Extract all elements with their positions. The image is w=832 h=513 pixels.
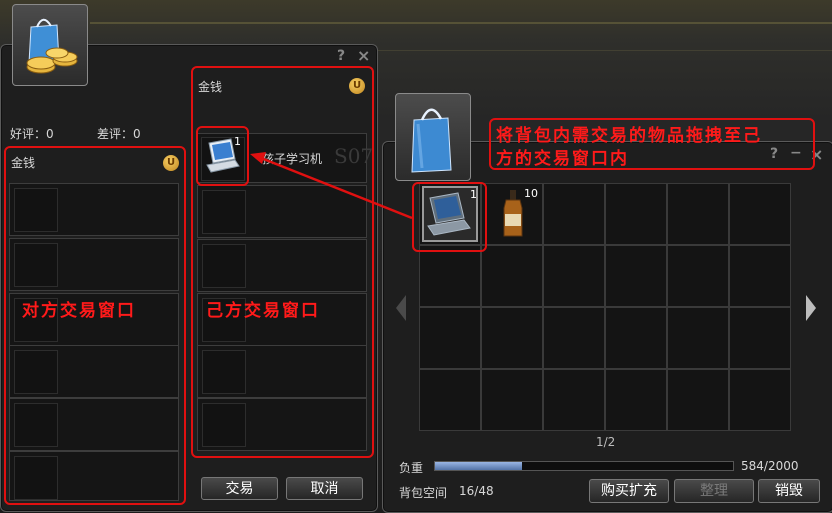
drag-arrow [250,152,413,220]
